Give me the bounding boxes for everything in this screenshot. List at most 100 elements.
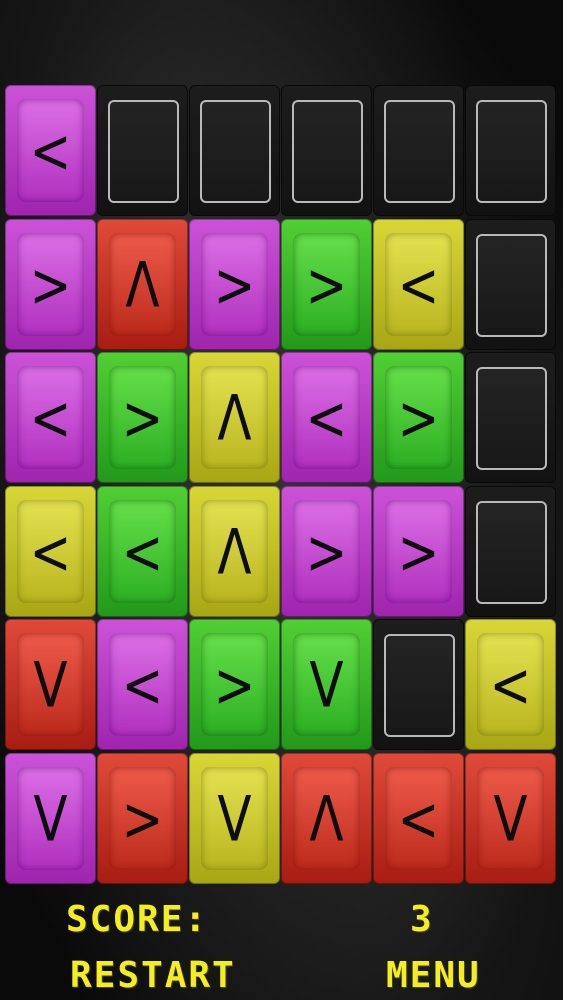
tile-face: > bbox=[293, 233, 360, 336]
score-label: SCORE: bbox=[66, 899, 209, 940]
tile-face: < bbox=[109, 633, 176, 736]
empty-cell bbox=[373, 85, 464, 216]
yellow-tile[interactable]: Λ bbox=[189, 352, 280, 483]
tile-face: < bbox=[109, 500, 176, 603]
tile-face: Λ bbox=[201, 500, 268, 603]
tile-face: < bbox=[385, 233, 452, 336]
red-tile[interactable]: Λ bbox=[281, 753, 372, 884]
arrow-left-icon: < bbox=[29, 381, 72, 454]
empty-slot-outline bbox=[384, 634, 455, 737]
green-tile[interactable]: < bbox=[97, 486, 188, 617]
green-tile[interactable]: > bbox=[373, 352, 464, 483]
yellow-tile[interactable]: < bbox=[465, 619, 556, 750]
empty-cell bbox=[465, 486, 556, 617]
game-screen: < > Λ > > < < > Λ < > < < Λ > > V < > V < V > V Λ < V SCORE: 3 RES… bbox=[0, 0, 563, 1000]
tile-face: V bbox=[17, 633, 84, 736]
empty-slot-outline bbox=[476, 100, 547, 203]
tile-face: < bbox=[477, 633, 544, 736]
empty-slot-outline bbox=[200, 100, 271, 203]
arrow-up-icon: Λ bbox=[217, 515, 252, 588]
red-tile[interactable]: < bbox=[373, 753, 464, 884]
empty-cell bbox=[373, 619, 464, 750]
empty-slot-outline bbox=[476, 367, 547, 470]
tile-face: < bbox=[293, 366, 360, 469]
empty-cell bbox=[97, 85, 188, 216]
arrow-left-icon: < bbox=[397, 248, 440, 321]
arrow-right-icon: > bbox=[121, 782, 164, 855]
score-value: 3 bbox=[410, 899, 434, 940]
arrow-up-icon: Λ bbox=[125, 248, 160, 321]
green-tile[interactable]: > bbox=[281, 219, 372, 350]
tile-face: > bbox=[201, 233, 268, 336]
arrow-right-icon: > bbox=[305, 248, 348, 321]
tile-face: V bbox=[201, 767, 268, 870]
empty-slot-outline bbox=[292, 100, 363, 203]
arrow-up-icon: Λ bbox=[217, 381, 252, 454]
tile-face: > bbox=[109, 767, 176, 870]
arrow-left-icon: < bbox=[121, 648, 164, 721]
arrow-right-icon: > bbox=[397, 381, 440, 454]
tile-face: V bbox=[293, 633, 360, 736]
red-tile[interactable]: V bbox=[465, 753, 556, 884]
tile-face: > bbox=[17, 233, 84, 336]
arrow-left-icon: < bbox=[29, 515, 72, 588]
purple-tile[interactable]: > bbox=[281, 486, 372, 617]
purple-tile[interactable]: < bbox=[281, 352, 372, 483]
purple-tile[interactable]: > bbox=[189, 219, 280, 350]
tile-face: Λ bbox=[201, 366, 268, 469]
empty-cell bbox=[189, 85, 280, 216]
game-board: < > Λ > > < < > Λ < > < < Λ > > V < > V < V > V Λ < V bbox=[5, 85, 557, 884]
empty-slot-outline bbox=[384, 100, 455, 203]
purple-tile[interactable]: > bbox=[5, 219, 96, 350]
arrow-right-icon: > bbox=[121, 381, 164, 454]
empty-slot-outline bbox=[476, 501, 547, 604]
arrow-right-icon: > bbox=[213, 648, 256, 721]
arrow-down-icon: V bbox=[217, 782, 252, 855]
arrow-left-icon: < bbox=[397, 782, 440, 855]
arrow-down-icon: V bbox=[309, 648, 344, 721]
menu-button[interactable]: MENU bbox=[386, 958, 481, 994]
yellow-tile[interactable]: V bbox=[189, 753, 280, 884]
green-tile[interactable]: > bbox=[189, 619, 280, 750]
arrow-left-icon: < bbox=[121, 515, 164, 588]
tile-face: < bbox=[385, 767, 452, 870]
green-tile[interactable]: V bbox=[281, 619, 372, 750]
tile-face: > bbox=[293, 500, 360, 603]
red-tile[interactable]: V bbox=[5, 619, 96, 750]
empty-cell bbox=[465, 352, 556, 483]
arrow-right-icon: > bbox=[213, 248, 256, 321]
purple-tile[interactable]: < bbox=[5, 85, 96, 216]
tile-face: < bbox=[17, 99, 84, 202]
purple-tile[interactable]: > bbox=[373, 486, 464, 617]
yellow-tile[interactable]: < bbox=[5, 486, 96, 617]
yellow-tile[interactable]: Λ bbox=[189, 486, 280, 617]
tile-face: V bbox=[17, 767, 84, 870]
arrow-right-icon: > bbox=[305, 515, 348, 588]
empty-cell bbox=[281, 85, 372, 216]
tile-face: > bbox=[201, 633, 268, 736]
empty-slot-outline bbox=[476, 234, 547, 337]
empty-slot-outline bbox=[108, 100, 179, 203]
tile-face: < bbox=[17, 366, 84, 469]
tile-face: V bbox=[477, 767, 544, 870]
arrow-down-icon: V bbox=[33, 648, 68, 721]
arrow-up-icon: Λ bbox=[309, 782, 344, 855]
restart-button[interactable]: RESTART bbox=[70, 958, 236, 994]
tile-face: > bbox=[385, 366, 452, 469]
purple-tile[interactable]: < bbox=[5, 352, 96, 483]
red-tile[interactable]: Λ bbox=[97, 219, 188, 350]
arrow-right-icon: > bbox=[397, 515, 440, 588]
tile-face: > bbox=[385, 500, 452, 603]
arrow-down-icon: V bbox=[33, 782, 68, 855]
empty-cell bbox=[465, 219, 556, 350]
tile-face: Λ bbox=[109, 233, 176, 336]
green-tile[interactable]: > bbox=[97, 352, 188, 483]
red-tile[interactable]: > bbox=[97, 753, 188, 884]
purple-tile[interactable]: < bbox=[97, 619, 188, 750]
tile-face: Λ bbox=[293, 767, 360, 870]
purple-tile[interactable]: V bbox=[5, 753, 96, 884]
yellow-tile[interactable]: < bbox=[373, 219, 464, 350]
tile-face: > bbox=[109, 366, 176, 469]
empty-cell bbox=[465, 85, 556, 216]
arrow-right-icon: > bbox=[29, 248, 72, 321]
